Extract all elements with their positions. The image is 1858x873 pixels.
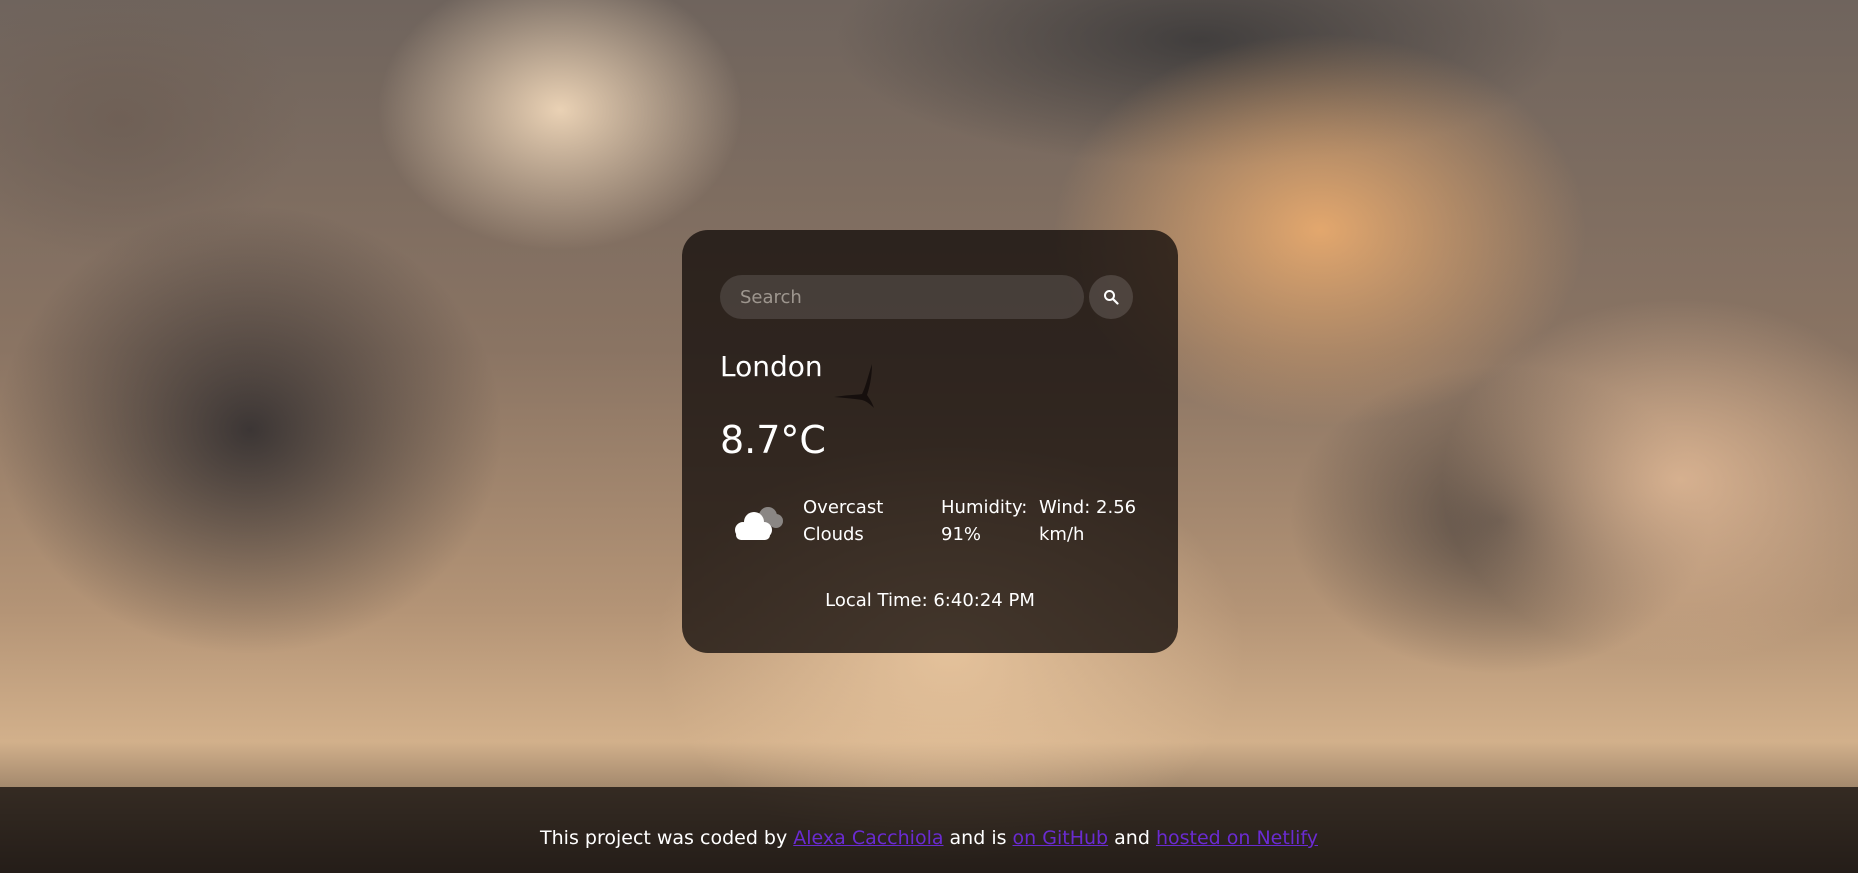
wind-speed: Wind: 2.56 km/h — [1039, 497, 1137, 545]
weather-description: Overcast Clouds — [803, 497, 884, 545]
overcast-clouds-icon — [735, 507, 783, 540]
city-name: London — [720, 350, 823, 383]
local-time: Local Time: 6:40:24 PM — [825, 590, 1035, 611]
temperature: 8.7°C — [720, 418, 826, 462]
search-input[interactable] — [720, 275, 1084, 319]
github-link[interactable]: on GitHub — [1013, 827, 1109, 849]
search-icon — [1104, 290, 1119, 305]
humidity: Humidity: 91% — [941, 497, 1028, 545]
author-link[interactable]: Alexa Cacchiola — [793, 827, 943, 849]
search-button[interactable] — [1089, 275, 1133, 319]
footer-text: and — [1108, 827, 1156, 849]
netlify-link[interactable]: hosted on Netlify — [1156, 827, 1318, 849]
footer: This project was coded by Alexa Cacchiol… — [0, 787, 1858, 873]
footer-text: and is — [943, 827, 1013, 849]
weather-card: London 8.7°C Overcast Clouds Humidity: 9… — [682, 230, 1178, 653]
footer-text: This project was coded by — [540, 827, 794, 849]
